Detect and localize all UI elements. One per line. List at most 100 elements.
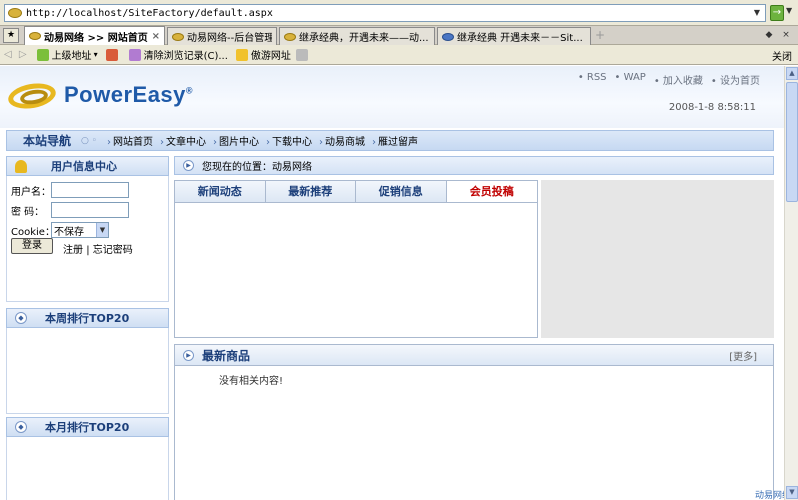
tab-bar: ★ 动易网络 >> 网站首页 × 动易网络--后台管理 继承经典，开遇未来——动… [0,26,798,45]
close-button[interactable]: 关闭 [772,48,792,63]
nav-link-pictures[interactable]: 图片中心 [213,133,259,148]
register-links: 注册 | 忘记密码 [63,241,133,256]
tab-label: 继承经典，开遇未来——动... [299,33,429,44]
user-icon [15,159,27,173]
circle-arrow-icon: ◆ [15,312,27,324]
nav-link-downloads[interactable]: 下载中心 [266,133,312,148]
nav-dots-icon: ○ ◦ [81,135,98,146]
url-field[interactable]: http://localhost/SiteFactory/default.asp… [4,4,766,22]
browser-tab-admin[interactable]: 动易网络--后台管理 [167,27,277,45]
week-rank-title: 本周排行TOP20 [45,312,130,325]
password-label: 密 码： [11,206,45,218]
content-tabs-box: 新闻动态 最新推荐 促销信息 会员投稿 [174,180,538,338]
cookie-row: Cookie： 不保存 ▼ [11,222,109,238]
password-row: 密 码： [11,202,129,218]
forgot-password-link[interactable]: 忘记密码 [93,245,133,256]
page-scrollbar[interactable]: ▲ ▼ [784,66,798,500]
user-panel-header: 用户信息中心 [6,156,169,176]
logo-text: PowerEasy® [64,82,194,107]
nav-link-guestbook[interactable]: 雁过留声 [372,133,418,148]
scroll-down-icon[interactable]: ▼ [786,486,798,499]
go-dropdown-icon[interactable]: ▼ [786,6,792,15]
extras-button[interactable] [105,48,121,61]
clear-history-button[interactable]: 清除浏览记录(C)... [128,47,228,62]
set-homepage-link[interactable]: • 设为首页 [711,72,760,87]
tab-favicon-icon [284,32,296,41]
cookie-select-value: 不保存 [54,226,84,238]
url-text[interactable]: http://localhost/SiteFactory/default.asp… [26,8,273,19]
dropdown-arrow-icon: ▾ [93,50,98,59]
site-favicon-icon [8,8,22,18]
user-panel-title: 用户信息中心 [51,160,117,173]
close-tab-icon[interactable]: × [152,31,160,42]
maxthon-sites-button[interactable]: 傲游网址 [235,47,311,62]
username-row: 用户名： [11,182,129,198]
site-header: PowerEasy® • RSS • WAP • 加入收藏 • 设为首页 200… [0,66,784,128]
password-input[interactable] [51,202,129,218]
up-level-button[interactable]: 上级地址 ▾ [36,47,98,62]
grey-placeholder [541,180,774,338]
up-arrow-icon [36,48,49,61]
tab-member-submissions[interactable]: 会员投稿 [446,181,537,202]
browser-tab-classic-2[interactable]: 继承经典 开遇未来－－Sit... [437,27,591,45]
nav-link-home[interactable]: 网站首页 [107,133,153,148]
go-arrow-icon[interactable]: → [770,5,784,21]
month-rank-header: ◆ 本月排行TOP20 [6,417,169,437]
tab-label: 动易网络 >> 网站首页 [44,32,148,44]
cookie-label: Cookie： [11,226,55,238]
tab-favicon-icon [172,32,184,41]
tab-promotions[interactable]: 促销信息 [356,181,447,202]
nav-link-articles[interactable]: 文章中心 [160,133,206,148]
more-link[interactable]: [更多] [729,348,757,363]
nav-title: 本站导航 [23,134,72,148]
login-button[interactable]: 登录 [11,238,53,254]
back-forward-icon[interactable]: ◁ ▷ [4,49,29,60]
tab-news[interactable]: 新闻动态 [175,181,266,202]
nav-link-shop[interactable]: 动易商城 [319,133,365,148]
browser-tab-classic-1[interactable]: 继承经典，开遇未来——动... [279,27,435,45]
breadcrumb-text: 您现在的位置：动易网络 [202,162,312,173]
puzzle-icon [105,48,118,61]
clear-history-label: 清除浏览记录(C)... [143,51,228,62]
browser-tab-home[interactable]: 动易网络 >> 网站首页 × [24,26,165,45]
scroll-up-icon[interactable]: ▲ [786,67,798,80]
week-rank-header: ◆ 本周排行TOP20 [6,308,169,328]
tab-favicon-icon [29,32,41,40]
command-bar: ◁ ▷ 上级地址 ▾ 清除浏览记录(C)... 傲游网址 关闭 [0,45,798,65]
maxthon-sites-label: 傲游网址 [250,51,291,62]
week-rank-panel [6,328,169,414]
wap-link[interactable]: • WAP [615,72,646,87]
username-input[interactable] [51,182,129,198]
rss-link[interactable]: • RSS [578,72,607,87]
broom-icon [128,48,141,61]
latest-goods-panel: 没有相关内容! [174,366,774,500]
cookie-select[interactable]: 不保存 ▼ [51,222,109,238]
register-link[interactable]: 注册 [63,245,83,256]
latest-goods-title: 最新商品 [202,348,251,363]
tab-label: 继承经典 开遇未来－－Sit... [457,33,583,44]
breadcrumb: ▶ 您现在的位置：动易网络 [174,156,774,175]
circle-arrow-icon: ▶ [183,160,194,171]
site-logo[interactable]: PowerEasy® [6,78,193,112]
tab-recommended[interactable]: 最新推荐 [265,181,356,202]
tab-list-icon[interactable]: ◆ [762,29,776,42]
logo-mark-icon [6,78,60,112]
datetime: 2008-1-8 8:58:11 [668,102,756,113]
new-tab-icon[interactable]: + [594,29,606,41]
add-favorite-link[interactable]: • 加入收藏 [654,72,703,87]
link-separator: | [86,245,90,256]
username-label: 用户名： [11,186,51,198]
site-nav: 本站导航 ○ ◦ 网站首页 文章中心 图片中心 下载中心 动易商城 雁过留声 [6,130,774,151]
url-dropdown-icon[interactable]: ▼ [751,6,763,20]
circle-arrow-icon: ▶ [183,349,194,361]
favorite-star-icon[interactable]: ★ [3,28,19,43]
scroll-thumb[interactable] [786,82,798,202]
tab-favicon-icon [442,32,454,41]
top-links: • RSS • WAP • 加入收藏 • 设为首页 [570,72,760,87]
tab-close-all-icon[interactable]: × [779,29,793,42]
star-icon [235,48,248,61]
month-rank-panel [6,437,169,500]
circle-arrow-icon: ◆ [15,421,27,433]
latest-goods-header: ▶ 最新商品 [更多] [174,344,774,366]
web-page: PowerEasy® • RSS • WAP • 加入收藏 • 设为首页 200… [0,66,784,500]
